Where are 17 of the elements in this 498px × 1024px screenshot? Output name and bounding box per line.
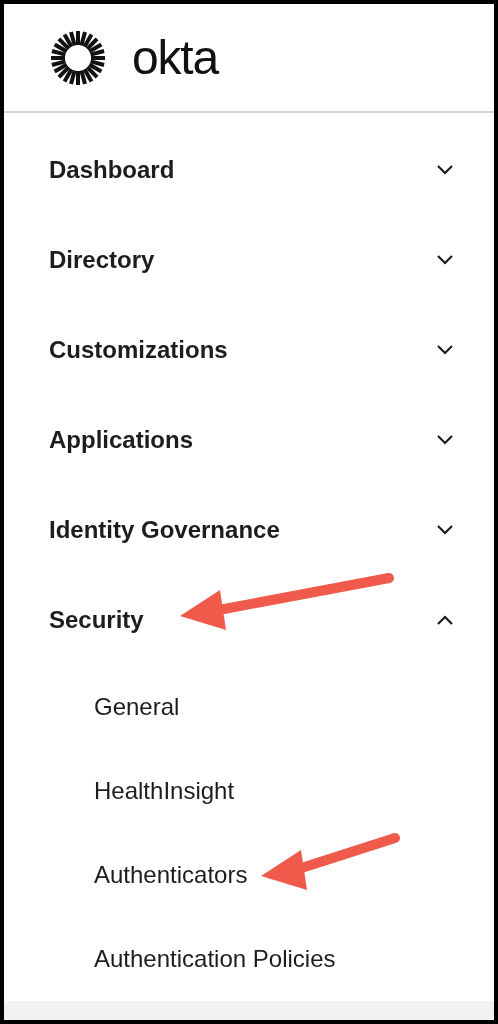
logo-wordmark: okta [132, 33, 218, 82]
nav-subitem[interactable]: Authentication Policies [94, 941, 336, 977]
chevron-down-icon[interactable] [436, 344, 454, 356]
nav-subitem[interactable]: General [94, 689, 180, 725]
nav-item[interactable]: Customizations [49, 332, 228, 368]
nav-subitem[interactable]: HealthInsight [94, 773, 235, 809]
chevron-down-icon[interactable] [436, 164, 454, 176]
chevron-down-icon[interactable] [436, 434, 454, 446]
nav-subitem[interactable]: Authenticators [94, 857, 248, 893]
nav-item[interactable]: Identity Governance [49, 512, 280, 548]
chevron-down-icon[interactable] [436, 254, 454, 266]
nav-item[interactable]: Dashboard [49, 152, 175, 188]
nav-item[interactable]: Directory [49, 242, 155, 278]
chevron-down-icon[interactable] [436, 524, 454, 536]
nav-item[interactable]: Security [49, 602, 144, 638]
chevron-up-icon[interactable] [436, 614, 454, 626]
nav-item[interactable]: Applications [49, 422, 193, 458]
